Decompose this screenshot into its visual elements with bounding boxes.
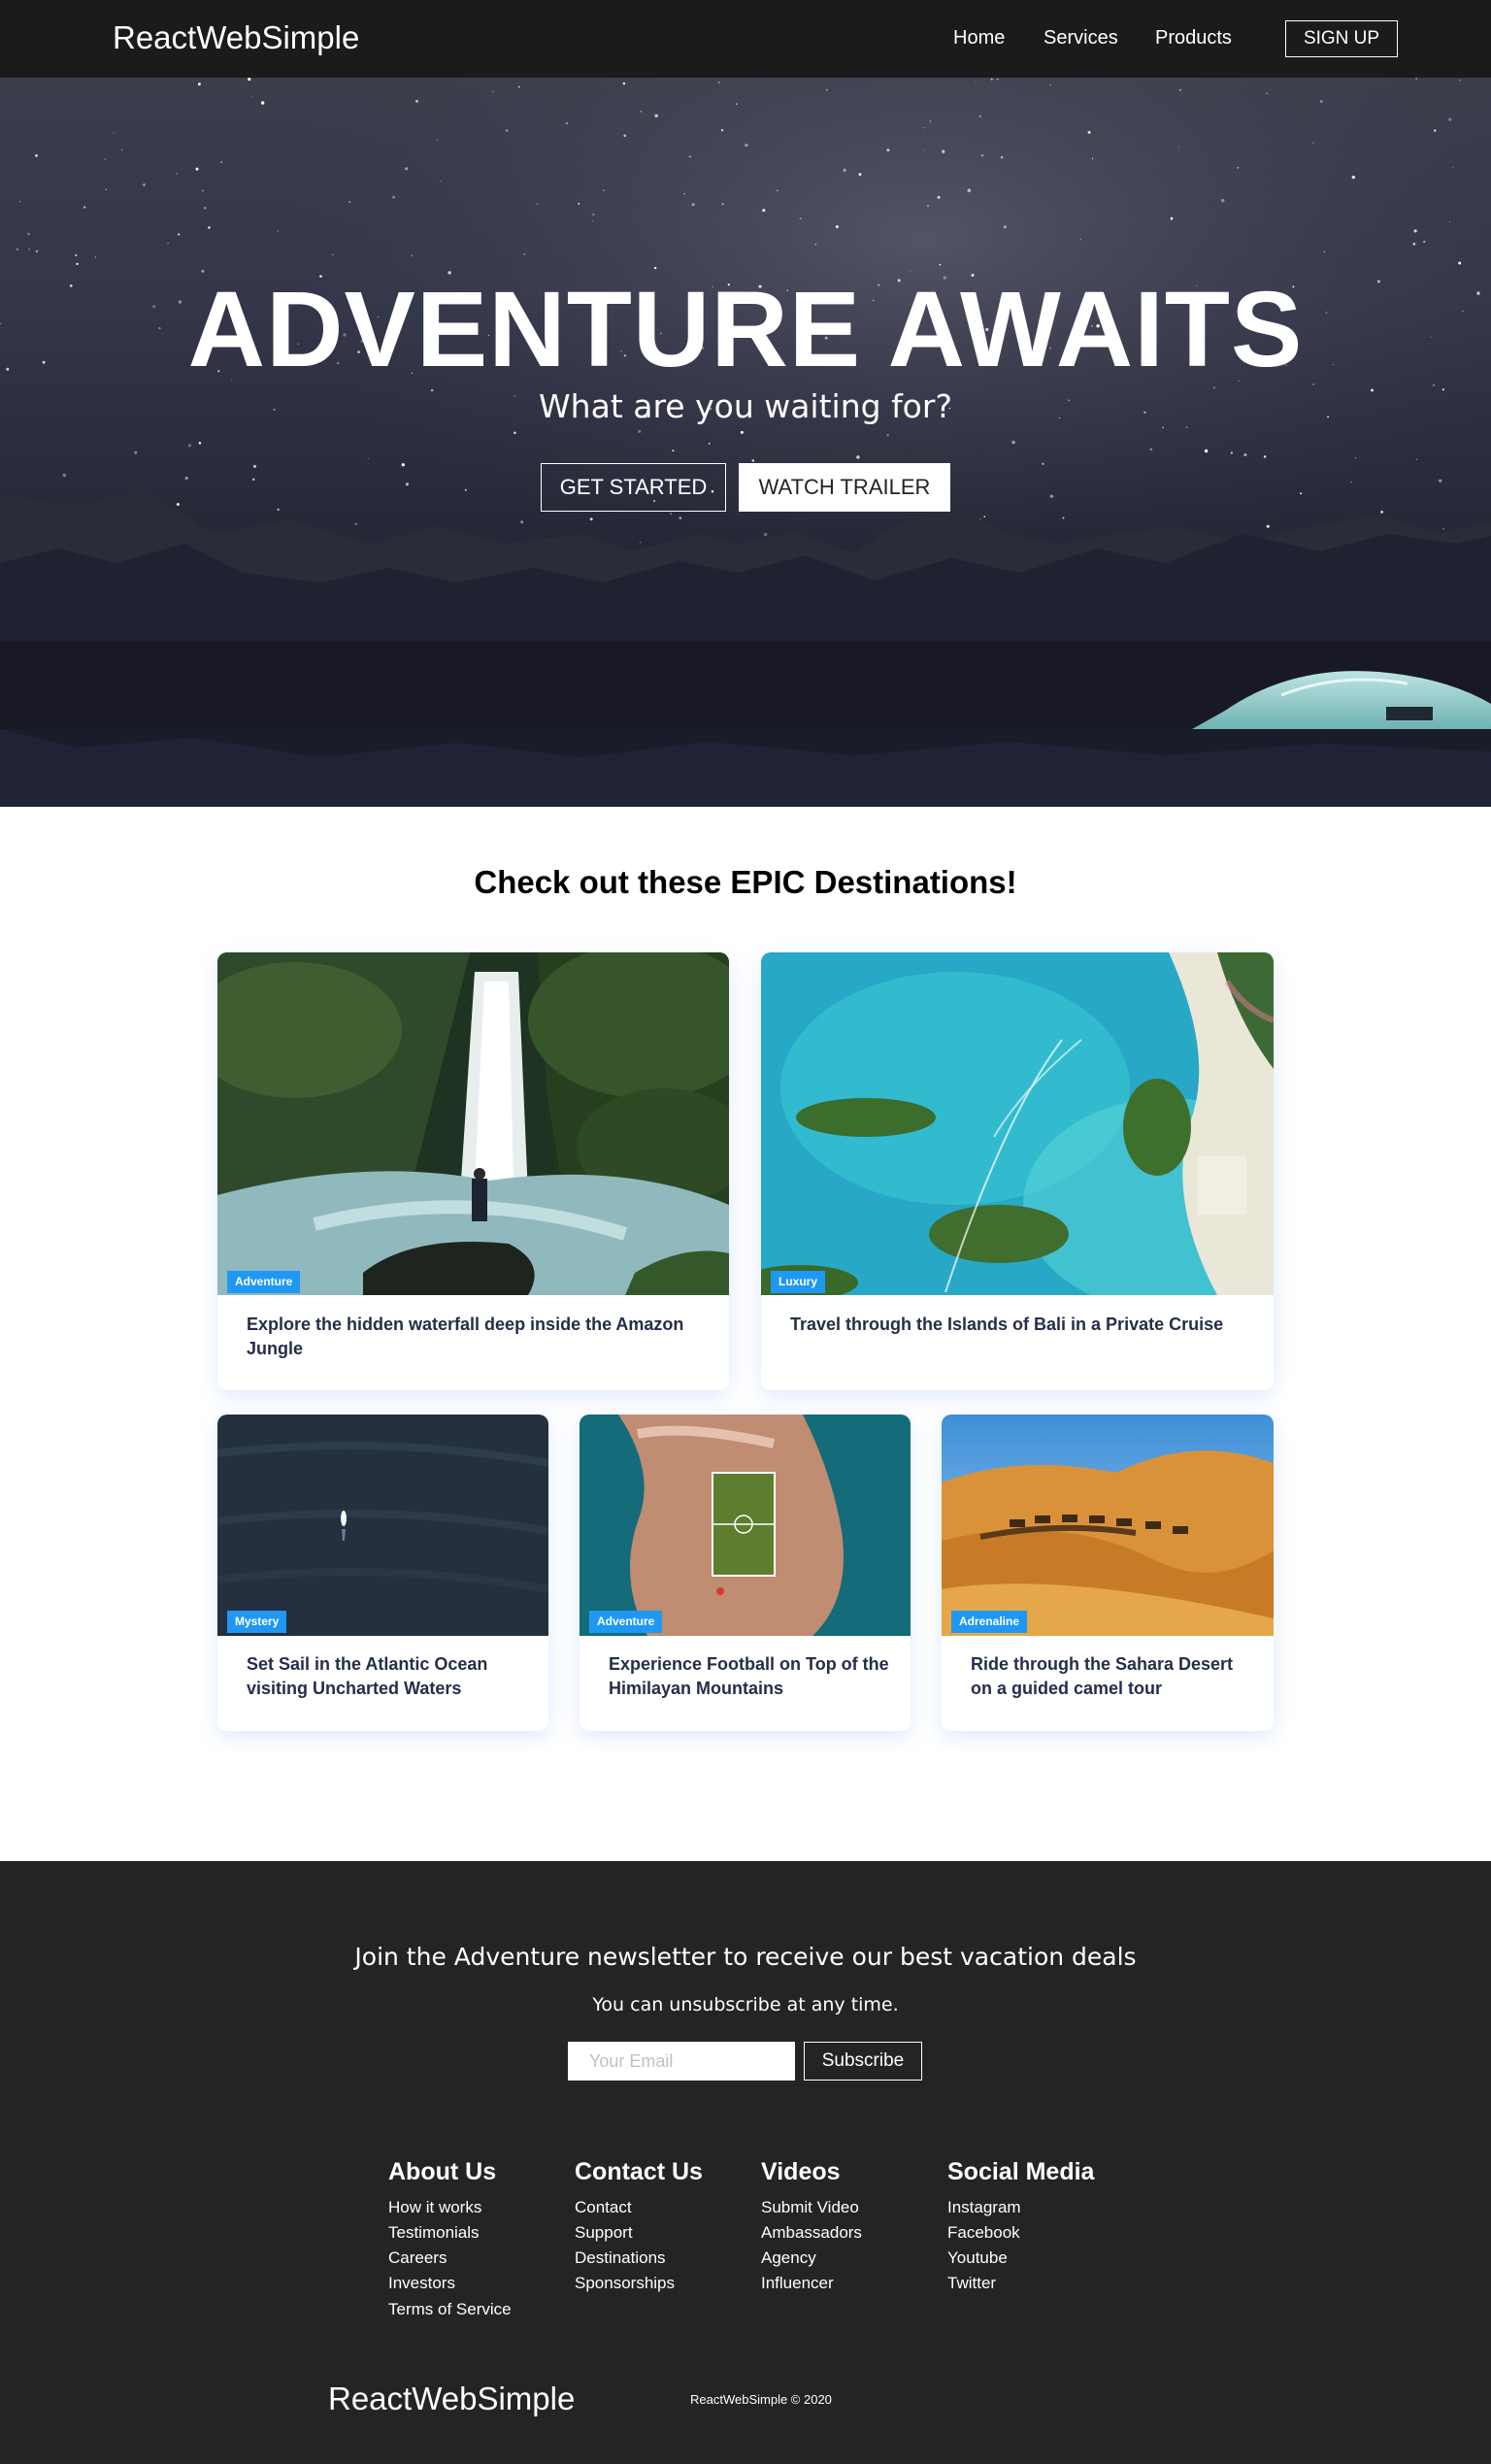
footer-link[interactable]: Terms of Service <box>388 2300 512 2319</box>
destination-card[interactable]: Adventure Experience Football on Top of … <box>580 1415 911 1731</box>
category-tag: Mystery <box>227 1611 287 1633</box>
footer-link[interactable]: How it works <box>388 2198 481 2217</box>
footer-link[interactable]: Careers <box>388 2248 447 2268</box>
newsletter-heading: Join the Adventure newsletter to receive… <box>354 1943 1137 1971</box>
footer-column-title-contact: Contact Us <box>575 2158 703 2185</box>
nav-link-services[interactable]: Services <box>1044 27 1118 50</box>
desert-camels-image <box>942 1415 1274 1636</box>
footer-column-title-social: Social Media <box>947 2158 1095 2185</box>
category-tag: Adventure <box>589 1611 663 1633</box>
footer-link[interactable]: Youtube <box>947 2248 1008 2268</box>
email-input[interactable] <box>568 2042 795 2081</box>
footer-link[interactable]: Ambassadors <box>761 2223 862 2243</box>
hero-title: ADVENTURE AWAITS <box>187 270 1304 389</box>
footer-link[interactable]: Sponsorships <box>575 2274 675 2293</box>
footer-link[interactable]: Facebook <box>947 2223 1020 2243</box>
nav-link-home[interactable]: Home <box>953 27 1005 50</box>
destination-card[interactable]: Luxury Travel through the Islands of Bal… <box>761 952 1274 1390</box>
footer-link[interactable]: Twitter <box>947 2274 996 2293</box>
category-tag: Adventure <box>227 1271 301 1293</box>
card-description: Set Sail in the Atlantic Ocean visiting … <box>247 1654 488 1698</box>
card-description: Explore the hidden waterfall deep inside… <box>247 1315 684 1358</box>
newsletter-text: You can unsubscribe at any time. <box>592 1994 899 2015</box>
footer-link[interactable]: Instagram <box>947 2198 1021 2217</box>
ocean-boat-image <box>217 1415 548 1636</box>
get-started-button[interactable]: GET STARTED <box>541 463 726 512</box>
hero-subtitle: What are you waiting for? <box>539 387 952 425</box>
footer-logo[interactable]: ReactWebSimple <box>328 2381 575 2417</box>
destination-card[interactable]: Adventure Explore the hidden waterfall d… <box>217 952 729 1390</box>
card-description: Travel through the Islands of Bali in a … <box>790 1315 1224 1334</box>
watch-trailer-button[interactable]: WATCH TRAILER <box>739 463 950 512</box>
footer-column-title-videos: Videos <box>761 2158 841 2185</box>
footer-link[interactable]: Agency <box>761 2248 816 2268</box>
footer-link[interactable]: Contact <box>575 2198 632 2217</box>
footer-link[interactable]: Destinations <box>575 2248 666 2268</box>
destination-card[interactable]: Mystery Set Sail in the Atlantic Ocean v… <box>217 1415 548 1731</box>
footer-column-title-about: About Us <box>388 2158 497 2185</box>
hero-section: ADVENTURE AWAITS What are you waiting fo… <box>0 78 1491 807</box>
nav-logo[interactable]: ReactWebSimple <box>113 19 359 56</box>
waterfall-image <box>217 952 729 1295</box>
nav-link-products[interactable]: Products <box>1155 27 1232 50</box>
navbar: ReactWebSimple Home Services Products SI… <box>0 0 1491 78</box>
category-tag: Luxury <box>771 1271 826 1293</box>
signup-button[interactable]: SIGN UP <box>1285 20 1398 57</box>
footer: Join the Adventure newsletter to receive… <box>0 1861 1491 2464</box>
category-tag: Adrenaline <box>951 1611 1028 1633</box>
footer-link[interactable]: Testimonials <box>388 2223 480 2243</box>
islands-image <box>761 952 1274 1295</box>
subscribe-button[interactable]: Subscribe <box>804 2042 922 2081</box>
footer-link[interactable]: Submit Video <box>761 2198 859 2217</box>
hero-background-image <box>0 78 1491 807</box>
footer-link[interactable]: Investors <box>388 2274 455 2293</box>
card-description: Ride through the Sahara Desert on a guid… <box>971 1654 1234 1698</box>
footer-link[interactable]: Influencer <box>761 2274 834 2293</box>
destination-card[interactable]: Adrenaline Ride through the Sahara Deser… <box>942 1415 1274 1731</box>
card-description: Experience Football on Top of the Himila… <box>609 1654 889 1698</box>
destinations-heading: Check out these EPIC Destinations! <box>474 864 1017 900</box>
footer-link[interactable]: Support <box>575 2223 633 2243</box>
copyright-text: ReactWebSimple © 2020 <box>690 2392 832 2407</box>
island-football-field-image <box>580 1415 911 1636</box>
